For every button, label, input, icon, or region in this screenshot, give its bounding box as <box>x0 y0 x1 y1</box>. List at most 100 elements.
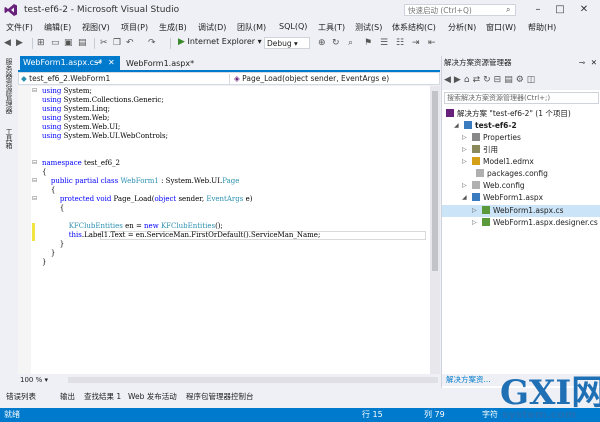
home-icon[interactable]: ⌂ <box>464 75 473 85</box>
code-line: protected void Page_Load(object sender, … <box>59 195 253 203</box>
changed-lines-marker <box>32 223 35 241</box>
debug-target-icon[interactable]: ⊕ <box>318 37 326 49</box>
tree-node-solution[interactable]: 解决方案 "test-ef6-2" (1 个项目) <box>446 108 571 119</box>
collapsed-arrow-icon[interactable]: ▷ <box>462 182 467 189</box>
start-debugging-button[interactable]: ▶ Internet Explorer ▾ <box>178 37 262 47</box>
indent-icon[interactable]: ⇥ <box>412 37 420 49</box>
watermark-logo: GXI网 system.com <box>500 373 600 420</box>
tree-node-webform1-aspx-cs[interactable]: WebForm1.aspx.cs <box>482 205 564 216</box>
code-editor[interactable]: ⊟ ⊟ ⊟ ⊟ using System; using System.Colle… <box>18 86 430 374</box>
menu-tools[interactable]: 工具(T) <box>318 22 345 33</box>
toolbox-tab[interactable]: 工具箱 <box>4 128 13 149</box>
editor-vertical-scrollbar[interactable] <box>430 86 440 374</box>
collapsed-arrow-icon[interactable]: ▷ <box>462 146 467 153</box>
show-all-files-icon[interactable]: ▤ <box>504 75 516 85</box>
menu-team[interactable]: 团队(M) <box>237 22 266 33</box>
properties-icon[interactable]: ⚙ <box>516 75 527 85</box>
type-dropdown[interactable]: ◆ test_ef6_2.WebForm1 <box>21 74 221 84</box>
menu-architecture[interactable]: 体系结构(C) <box>392 22 436 33</box>
refresh-icon[interactable]: ↻ <box>483 75 494 85</box>
sync-icon[interactable]: ⇄ <box>473 75 484 85</box>
tab-find-results[interactable]: 查找结果 1 <box>84 391 121 402</box>
close-icon[interactable]: ✕ <box>591 56 597 70</box>
menu-window[interactable]: 窗口(W) <box>486 22 516 33</box>
code-line: } <box>42 240 65 248</box>
menu-view[interactable]: 视图(V) <box>82 22 110 33</box>
tab-output[interactable]: 输出 <box>60 391 75 402</box>
menu-file[interactable]: 文件(F) <box>6 22 33 33</box>
copy-icon[interactable]: ❐ <box>113 37 121 49</box>
menu-debug[interactable]: 调试(D) <box>198 22 226 33</box>
title-bar: test-ef6-2 - Microsoft Visual Studio 快速启… <box>0 0 600 20</box>
configuration-select[interactable]: Debug ▾ <box>264 37 310 49</box>
back-icon[interactable]: ◀ <box>4 37 11 49</box>
forward-icon[interactable]: ▶ <box>16 37 23 49</box>
tab-web-publish[interactable]: Web 发布活动 <box>128 391 177 402</box>
maximize-button[interactable]: □ <box>552 3 568 17</box>
preview-icon[interactable]: ◫ <box>527 75 539 85</box>
redo-icon[interactable]: ↷ <box>148 37 156 49</box>
tree-node-webform1-designer-cs[interactable]: WebForm1.aspx.designer.cs <box>482 217 598 228</box>
close-icon[interactable]: ✕ <box>108 56 115 70</box>
zoom-level[interactable]: 100 % ▾ <box>20 375 48 385</box>
close-button[interactable]: ✕ <box>576 3 592 17</box>
uncomment-icon[interactable]: ☷ <box>396 37 404 49</box>
menu-analyze[interactable]: 分析(N) <box>448 22 476 33</box>
tree-node-model1-edmx[interactable]: Model1.edmx <box>472 156 534 167</box>
collapse-icon[interactable]: ⊟ <box>32 87 37 94</box>
outdent-icon[interactable]: ⇤ <box>428 37 436 49</box>
undo-icon[interactable]: ↶ <box>126 37 134 49</box>
bookmark-icon[interactable]: ⚑ <box>364 37 372 49</box>
menu-project[interactable]: 项目(P) <box>121 22 148 33</box>
pin-icon[interactable]: ⊸ <box>95 56 102 70</box>
quick-launch-input[interactable]: 快速启动 (Ctrl+Q) <box>404 4 516 16</box>
comment-icon[interactable]: ☰ <box>380 37 388 49</box>
collapse-icon[interactable]: ⊟ <box>32 195 37 202</box>
document-tabs: WebForm1.aspx.cs* ⊸ ✕ WebForm1.aspx* <box>18 56 440 72</box>
tab-webform1-aspx-cs[interactable]: WebForm1.aspx.cs* ⊸ ✕ <box>20 56 120 70</box>
menu-test[interactable]: 测试(S) <box>355 22 382 33</box>
find-icon[interactable]: ⌕ <box>348 37 353 49</box>
collapse-icon[interactable]: ⊟ <box>32 177 37 184</box>
tab-webform1-aspx[interactable]: WebForm1.aspx* <box>126 57 194 70</box>
open-file-icon[interactable]: ▭ <box>51 37 60 49</box>
tree-node-project[interactable]: test-ef6-2 <box>464 120 517 131</box>
back-icon[interactable]: ◀ <box>444 75 454 85</box>
wrench-icon <box>472 133 480 141</box>
new-project-icon[interactable]: ⊞ <box>37 37 45 49</box>
collapsed-arrow-icon[interactable]: ▷ <box>472 207 477 214</box>
editor-horizontal-scrollbar[interactable] <box>68 377 438 383</box>
menu-sql[interactable]: SQL(Q) <box>279 22 307 31</box>
solution-search-input[interactable]: 搜索解决方案资源管理器(Ctrl+;) <box>444 92 599 104</box>
member-dropdown[interactable]: ◈ Page_Load(object sender, EventArgs e) <box>229 74 439 84</box>
collapse-icon[interactable]: ⊟ <box>32 159 37 166</box>
save-icon[interactable]: ▣ <box>64 37 73 49</box>
tab-error-list[interactable]: 错误列表 <box>6 391 36 402</box>
collapsed-arrow-icon[interactable]: ▷ <box>462 158 467 165</box>
minimize-button[interactable]: – <box>530 3 546 17</box>
tree-node-references[interactable]: 引用 <box>472 144 498 155</box>
tree-node-web-config[interactable]: Web.config <box>472 180 525 191</box>
pin-icon[interactable]: ⊸ <box>579 56 585 70</box>
menu-help[interactable]: 帮助(H) <box>528 22 556 33</box>
menu-build[interactable]: 生成(B) <box>159 22 187 33</box>
scroll-thumb[interactable] <box>432 91 438 271</box>
tree-node-packages-config[interactable]: packages.config <box>476 168 548 179</box>
tab-package-manager-console[interactable]: 程序包管理器控制台 <box>186 391 254 402</box>
collapsed-arrow-icon[interactable]: ▷ <box>472 219 477 226</box>
menu-edit[interactable]: 编辑(E) <box>44 22 71 33</box>
browser-link-icon[interactable]: ↻ <box>332 37 340 49</box>
references-icon <box>472 145 480 153</box>
cut-icon[interactable]: ✂ <box>100 37 108 49</box>
expand-arrow-icon[interactable]: ◢ <box>454 122 459 129</box>
toolbar-separator <box>170 38 171 49</box>
play-icon: ▶ <box>178 37 185 47</box>
forward-icon[interactable]: ▶ <box>454 75 464 85</box>
expand-arrow-icon[interactable]: ◢ <box>462 194 467 201</box>
collapse-all-icon[interactable]: ⊟ <box>494 75 505 85</box>
collapsed-arrow-icon[interactable]: ▷ <box>462 134 467 141</box>
tree-node-webform1-aspx[interactable]: WebForm1.aspx <box>472 192 543 203</box>
server-explorer-tab[interactable]: 服务器资源管理器 <box>4 58 13 114</box>
save-all-icon[interactable]: ▤ <box>78 37 87 49</box>
tree-node-properties[interactable]: Properties <box>472 132 521 143</box>
